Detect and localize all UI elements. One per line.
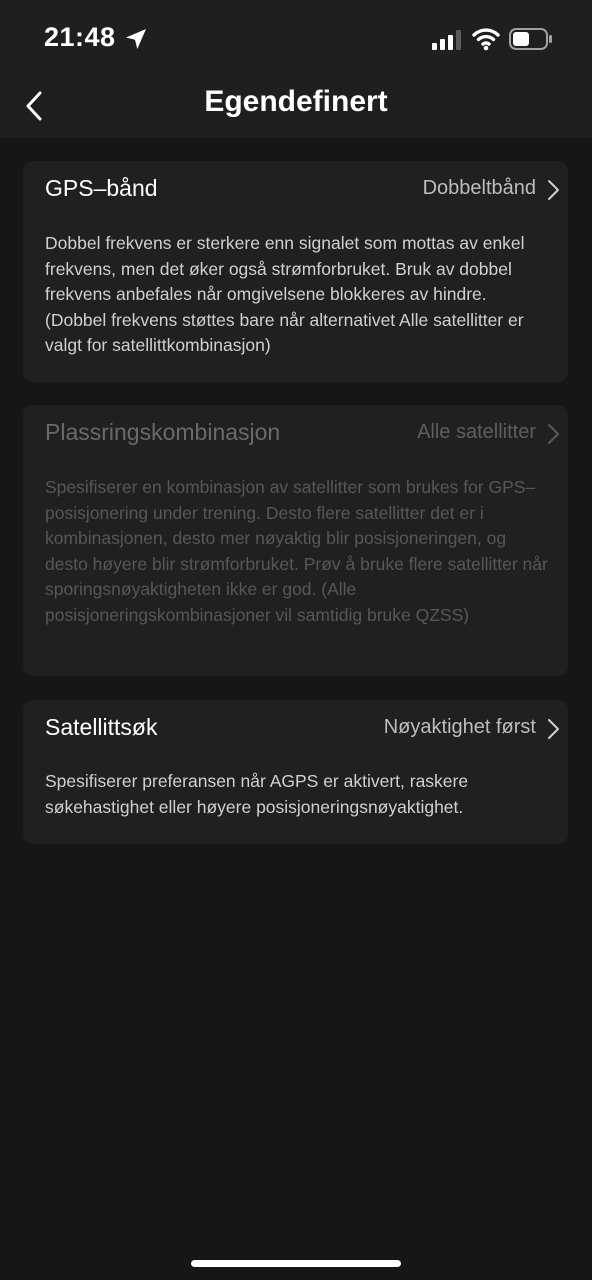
setting-card-gps-band: GPS–bånd Dobbeltbånd Dobbel frekvens er … <box>23 161 568 382</box>
battery-icon <box>509 28 552 50</box>
setting-description: Spesifiserer en kombinasjon av satellitt… <box>45 477 548 625</box>
home-indicator[interactable] <box>191 1260 401 1267</box>
setting-value: Dobbeltbånd <box>422 177 536 199</box>
setting-card-positioning-combination: Plassringskombinasjon Alle satellitter S… <box>23 405 568 676</box>
location-arrow-icon <box>126 29 146 49</box>
setting-value: Nøyaktighet først <box>383 716 536 738</box>
status-bar: 21:48 <box>0 0 592 80</box>
setting-description: Spesifiserer preferansen når AGPS er akt… <box>45 771 469 817</box>
setting-card-satellite-search: Satellittsøk Nøyaktighet først Spesifise… <box>23 700 568 844</box>
setting-description: Dobbel frekvens er sterkere enn signalet… <box>45 233 525 355</box>
setting-value: Alle satellitter <box>417 421 536 443</box>
setting-title: GPS–bånd <box>45 175 158 201</box>
page-title: Egendefinert <box>204 85 388 118</box>
setting-title: Satellittsøk <box>45 714 158 740</box>
wifi-icon <box>472 28 500 51</box>
screen: 21:48 Egendefinert GPS–bånd Dobbeltbånd … <box>0 0 592 1280</box>
positioning-combination-row[interactable]: Plassringskombinasjon Alle satellitter <box>23 405 568 461</box>
gps-band-row[interactable]: GPS–bånd Dobbeltbånd <box>23 161 568 217</box>
chevron-right-icon <box>548 424 559 444</box>
setting-title: Plassringskombinasjon <box>45 419 281 445</box>
satellite-search-row[interactable]: Satellittsøk Nøyaktighet først <box>23 700 568 756</box>
chevron-right-icon <box>548 180 559 200</box>
nav-bar: Egendefinert <box>0 80 592 138</box>
chevron-right-icon <box>548 719 559 739</box>
status-time: 21:48 <box>44 22 116 52</box>
cellular-signal-icon <box>432 30 461 50</box>
